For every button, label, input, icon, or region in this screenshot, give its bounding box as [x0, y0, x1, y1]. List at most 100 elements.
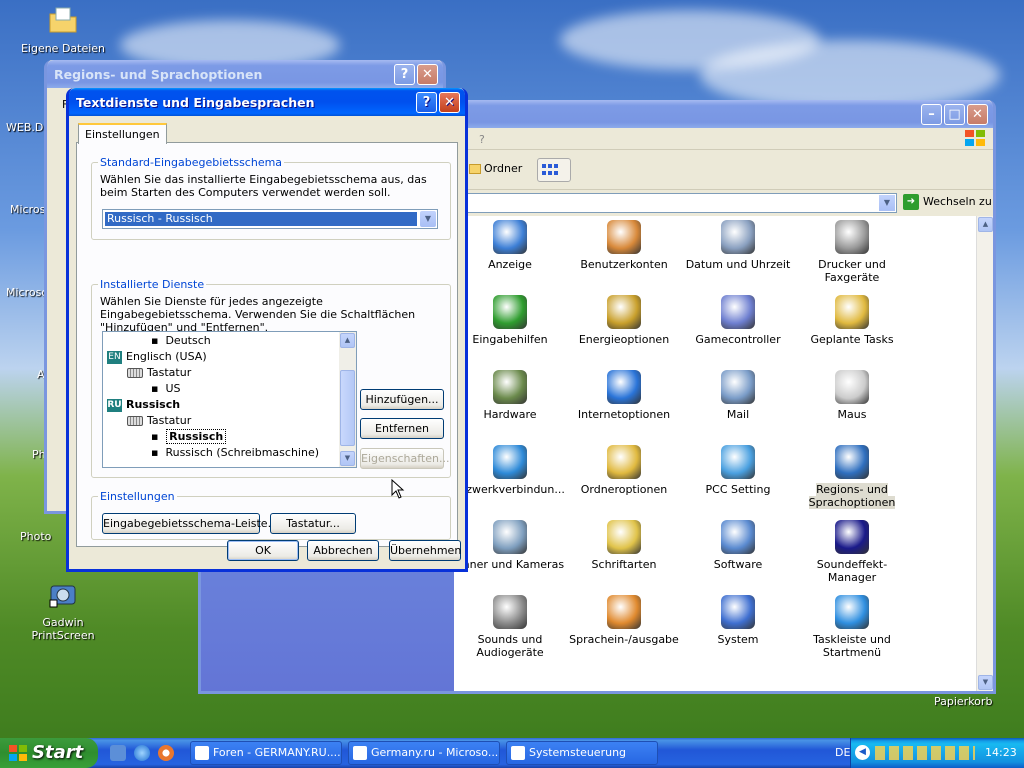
add-button[interactable]: Hinzufügen... [360, 389, 444, 410]
taskbar-item[interactable]: Foren - GERMANY.RU.... [190, 741, 342, 765]
tree-scrollbar[interactable]: ▲ ▼ [339, 332, 356, 467]
maximize-button[interactable]: □ [944, 103, 965, 125]
scroll-down-button[interactable]: ▼ [340, 451, 355, 466]
scroll-down-button[interactable]: ▼ [978, 675, 993, 690]
control-panel-item[interactable]: Schriftarten [568, 520, 680, 571]
language-indicator[interactable]: DE [835, 746, 850, 759]
tree-item[interactable]: EN Englisch (USA) [107, 350, 207, 364]
tree-item[interactable]: ▪ Russisch (Schreibmaschine) [151, 446, 319, 459]
installed-services-legend: Installierte Dienste [100, 278, 205, 291]
control-panel-item[interactable]: Anzeige [454, 220, 566, 271]
tree-item[interactable]: ▪ Deutsch [151, 334, 211, 347]
start-button[interactable]: Start [0, 738, 98, 768]
tree-item[interactable]: Tastatur [127, 366, 191, 379]
clock[interactable]: 14:23 [985, 746, 1017, 759]
close-button[interactable]: ✕ [439, 91, 460, 113]
control-panel-item[interactable]: Hardware [454, 370, 566, 421]
control-panel-item[interactable]: Maus [796, 370, 908, 421]
control-panel-item[interactable]: Geplante Tasks [796, 295, 908, 346]
default-locale-group: Standard-Eingabegebietsschema Wählen Sie… [91, 156, 451, 240]
taskbar-item[interactable]: Systemsteuerung [506, 741, 658, 765]
minimize-button[interactable]: – [921, 103, 942, 125]
quicklaunch-desktop-icon[interactable] [110, 745, 126, 761]
control-panel-item[interactable]: Energieoptionen [568, 295, 680, 346]
control-panel-item[interactable]: Soundeffekt-Manager [796, 520, 908, 584]
services-tree[interactable]: ▪ Deutsch EN Englisch (USA) Tastatur ▪ US… [102, 331, 357, 468]
control-panel-item-label: Ordneroptionen [580, 483, 668, 496]
control-panel-item[interactable]: Gamecontroller [682, 295, 794, 346]
control-panel-item[interactable]: Internetoptionen [568, 370, 680, 421]
taskbar-item[interactable]: Germany.ru - Microso... [348, 741, 500, 765]
tray-icons[interactable] [875, 746, 975, 760]
tree-item[interactable]: RU Russisch [107, 398, 180, 412]
go-button[interactable]: ➜ Wechseln zu [903, 194, 992, 210]
desktop-gadwin-label: Gadwin PrintScreen [31, 616, 95, 642]
close-button[interactable]: ✕ [417, 63, 438, 85]
tree-item-label: US [165, 382, 181, 395]
properties-button[interactable]: Eigenschaften... [360, 448, 449, 469]
control-panel-item[interactable]: System [682, 595, 794, 646]
control-panel-item[interactable]: Ordneroptionen [568, 445, 680, 496]
scroll-up-button[interactable]: ▲ [978, 217, 993, 232]
control-panel-item[interactable]: Software [682, 520, 794, 571]
quicklaunch-media-icon[interactable] [158, 745, 174, 761]
desktop-partial-label[interactable]: Photo [20, 530, 51, 543]
tree-item[interactable]: ▪ US [151, 382, 181, 395]
close-button[interactable]: ✕ [967, 103, 988, 125]
scroll-thumb[interactable] [340, 370, 355, 446]
address-input[interactable]: ▼ [455, 193, 897, 213]
control-panel-item[interactable]: Benutzerkonten [568, 220, 680, 271]
menu-help[interactable]: ? [479, 133, 485, 146]
sound-effect-icon [835, 520, 869, 554]
quicklaunch-ie-icon[interactable] [134, 745, 150, 761]
control-panel-item[interactable]: Sprachein-/ausgabe [568, 595, 680, 646]
control-panel-item[interactable]: anner und Kameras [454, 520, 566, 571]
control-panel-item[interactable]: Datum und Uhrzeit [682, 220, 794, 271]
address-dropdown-icon[interactable]: ▼ [879, 195, 895, 211]
control-panel-item-label: System [717, 633, 759, 646]
tree-item-label: Tastatur [147, 414, 192, 427]
keyboard-button[interactable]: Tastatur... [270, 513, 356, 534]
desktop-recycle-bin-label[interactable]: Papierkorb [934, 695, 992, 708]
remove-button[interactable]: Entfernen [360, 418, 444, 439]
windows-flag-icon [9, 745, 27, 761]
tree-item[interactable]: Tastatur [127, 414, 191, 427]
desktop-my-documents-label: Eigene Dateien [20, 42, 106, 55]
default-locale-select[interactable]: Russisch - Russisch ▼ [102, 209, 438, 229]
tree-item-selected[interactable]: ▪ Russisch [151, 429, 227, 444]
cancel-button[interactable]: Abbrechen [307, 540, 379, 561]
views-button[interactable] [537, 158, 571, 182]
mouse-icon [835, 370, 869, 404]
control-panel-item[interactable]: etzwerkverbindun... [454, 445, 566, 496]
control-panel-item[interactable]: Sounds und Audiogeräte [454, 595, 566, 659]
vertical-scrollbar[interactable]: ▲ ▼ [976, 216, 993, 691]
control-panel-item[interactable]: PCC Setting [682, 445, 794, 496]
control-panel-item-label: Taskleiste und Startmenü [813, 633, 891, 659]
control-panel-item[interactable]: Taskleiste und Startmenü [796, 595, 908, 659]
tree-item-label: Russisch [166, 429, 227, 444]
folders-button[interactable]: Ordner [469, 162, 522, 175]
language-bar-button[interactable]: Eingabegebietsschema-Leiste... [102, 513, 278, 534]
control-panel-item[interactable]: Drucker und Faxgeräte [796, 220, 908, 284]
scroll-up-button[interactable]: ▲ [340, 333, 355, 348]
windows-logo-icon [965, 130, 985, 146]
control-panel-item[interactable]: Mail [682, 370, 794, 421]
control-panel-item[interactable]: Regions- und Sprachoptionen [796, 445, 908, 509]
fonts-icon [607, 520, 641, 554]
regional-options-titlebar[interactable]: Regions- und Sprachoptionen ? ✕ [47, 60, 443, 88]
tree-item-label: Englisch (USA) [126, 350, 207, 363]
tray-expand-icon[interactable]: ◀ [855, 745, 870, 760]
ok-button[interactable]: OK [227, 540, 299, 561]
apply-button[interactable]: Übernehmen [389, 540, 461, 561]
taskbar-item-label: Systemsteuerung [529, 746, 627, 759]
help-button[interactable]: ? [394, 63, 415, 85]
chevron-down-icon[interactable]: ▼ [420, 211, 436, 227]
desktop-my-documents[interactable]: Eigene Dateien [13, 4, 113, 55]
system-icon [721, 595, 755, 629]
text-services-titlebar[interactable]: Textdienste und Eingabesprachen ? ✕ [69, 88, 465, 116]
help-button[interactable]: ? [416, 91, 437, 113]
desktop-gadwin[interactable]: Gadwin PrintScreen [13, 578, 113, 642]
tab-settings[interactable]: Einstellungen [78, 123, 167, 144]
control-panel-item[interactable]: Eingabehilfen [454, 295, 566, 346]
control-panel-item-label: etzwerkverbindun... [455, 483, 565, 496]
